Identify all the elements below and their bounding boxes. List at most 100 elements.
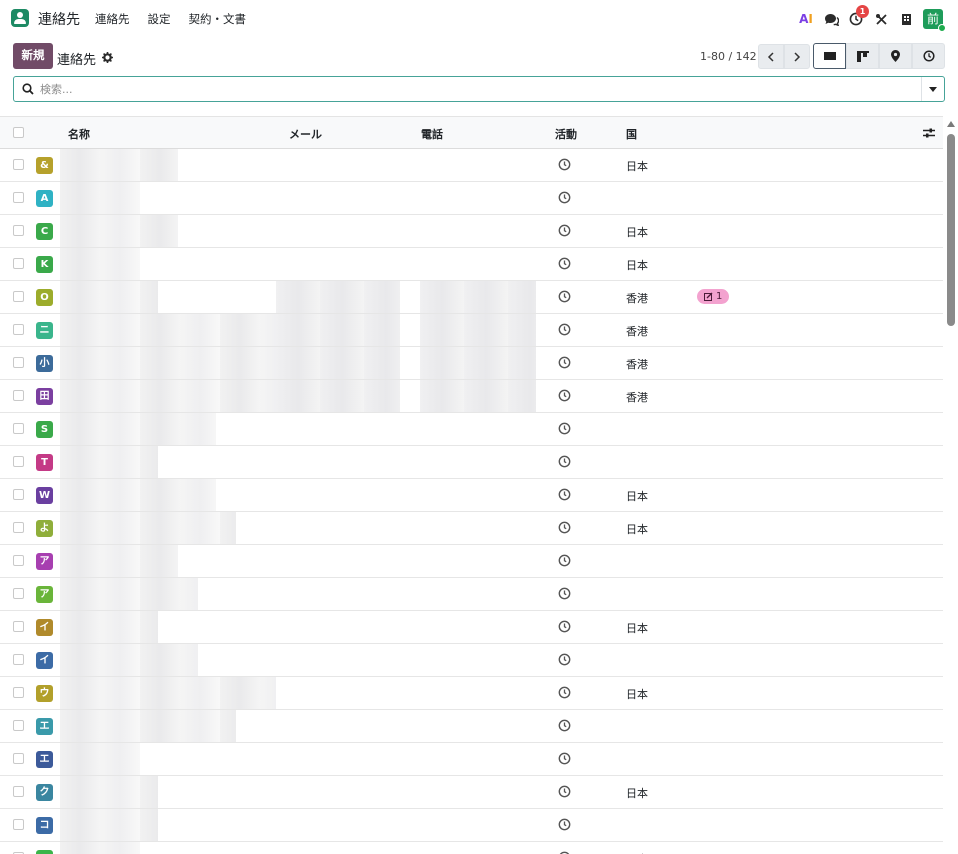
table-row[interactable]: エ	[0, 710, 943, 743]
view-map-button[interactable]	[879, 43, 912, 69]
table-row[interactable]: エ	[0, 743, 943, 776]
row-checkbox[interactable]	[13, 291, 24, 302]
table-row[interactable]: 小 香港	[0, 347, 943, 380]
menu-item-contacts[interactable]: 連絡先	[95, 11, 130, 27]
row-checkbox[interactable]	[13, 588, 24, 599]
menu-item-settings[interactable]: 設定	[148, 11, 171, 27]
row-checkbox[interactable]	[13, 456, 24, 467]
table-row[interactable]: ウ 日本	[0, 677, 943, 710]
row-checkbox[interactable]	[13, 687, 24, 698]
activity-clock-icon[interactable]	[558, 686, 571, 699]
activity-clock-icon[interactable]	[558, 587, 571, 600]
row-checkbox[interactable]	[13, 753, 24, 764]
table-row[interactable]: よ 日本	[0, 512, 943, 545]
activity-clock-icon[interactable]	[558, 719, 571, 732]
row-checkbox[interactable]	[13, 720, 24, 731]
app-name[interactable]: 連絡先	[38, 9, 80, 29]
row-checkbox[interactable]	[13, 390, 24, 401]
activity-clock-icon[interactable]	[558, 620, 571, 633]
row-checkbox[interactable]	[13, 522, 24, 533]
table-row[interactable]: ニ 香港	[0, 314, 943, 347]
header-name[interactable]: 名称	[68, 126, 90, 142]
row-checkbox[interactable]	[13, 225, 24, 236]
row-checkbox[interactable]	[13, 621, 24, 632]
table-row[interactable]: C 日本	[0, 215, 943, 248]
table-row[interactable]: 日本	[0, 842, 943, 854]
row-checkbox[interactable]	[13, 819, 24, 830]
pager-previous-button[interactable]	[758, 44, 784, 69]
activity-clock-icon[interactable]	[558, 158, 571, 171]
row-checkbox[interactable]	[13, 423, 24, 434]
row-checkbox[interactable]	[13, 357, 24, 368]
redacted-name	[60, 809, 158, 841]
note-count: 1	[716, 291, 723, 302]
activity-clock-icon[interactable]	[558, 785, 571, 798]
table-row[interactable]: コ	[0, 809, 943, 842]
activity-clock-icon[interactable]	[558, 554, 571, 567]
table-row[interactable]: イ 日本	[0, 611, 943, 644]
row-checkbox[interactable]	[13, 786, 24, 797]
chat-icon[interactable]	[823, 11, 839, 27]
activity-clock-icon[interactable]	[558, 422, 571, 435]
activity-clock-icon[interactable]	[558, 191, 571, 204]
view-list-button[interactable]	[813, 43, 846, 69]
table-row[interactable]: ア	[0, 545, 943, 578]
country-cell: 香港	[626, 292, 648, 305]
activity-clock-icon[interactable]	[558, 224, 571, 237]
gear-icon[interactable]	[102, 51, 114, 66]
table-row[interactable]: ア	[0, 578, 943, 611]
row-checkbox[interactable]	[13, 258, 24, 269]
view-activity-button[interactable]	[912, 43, 945, 69]
table-row[interactable]: ク 日本	[0, 776, 943, 809]
activity-clock-icon[interactable]	[558, 455, 571, 468]
row-checkbox[interactable]	[13, 555, 24, 566]
scroll-thumb[interactable]	[947, 134, 955, 326]
activity-clock-icon[interactable]	[558, 488, 571, 501]
header-phone[interactable]: 電話	[421, 126, 443, 142]
menu-item-contracts[interactable]: 契約・文書	[189, 11, 247, 27]
tools-icon[interactable]	[873, 11, 889, 27]
vertical-scrollbar[interactable]	[944, 116, 958, 854]
table-row[interactable]: T	[0, 446, 943, 479]
company-building-icon[interactable]	[898, 11, 914, 27]
select-all-checkbox[interactable]	[13, 127, 24, 138]
header-activity[interactable]: 活動	[555, 126, 577, 142]
table-row[interactable]: W 日本	[0, 479, 943, 512]
pager-next-button[interactable]	[784, 44, 810, 69]
activity-clock-icon[interactable]	[558, 323, 571, 336]
table-row[interactable]: A	[0, 182, 943, 215]
pager-value[interactable]: 1-80 / 142	[700, 50, 757, 63]
column-settings-icon[interactable]	[923, 127, 935, 139]
table-row[interactable]: O 香港 1	[0, 281, 943, 314]
header-email[interactable]: メール	[289, 126, 322, 142]
row-checkbox[interactable]	[13, 654, 24, 665]
row-checkbox[interactable]	[13, 159, 24, 170]
search-options-toggle[interactable]	[921, 77, 944, 101]
view-kanban-button[interactable]	[846, 43, 879, 69]
activity-clock-icon[interactable]	[558, 389, 571, 402]
header-country[interactable]: 国	[626, 126, 637, 142]
table-row[interactable]: イ	[0, 644, 943, 677]
table-row[interactable]: 田 香港	[0, 380, 943, 413]
activity-clock-icon[interactable]	[558, 521, 571, 534]
user-avatar[interactable]: 前	[923, 9, 946, 32]
search-input[interactable]	[40, 80, 920, 98]
row-checkbox[interactable]	[13, 192, 24, 203]
activity-clock-icon[interactable]: 1	[848, 5, 869, 27]
table-row[interactable]: & 日本	[0, 149, 943, 182]
activity-clock-icon[interactable]	[558, 356, 571, 369]
ai-icon[interactable]: AI	[798, 11, 814, 27]
activity-clock-icon[interactable]	[558, 290, 571, 303]
activity-clock-icon[interactable]	[558, 653, 571, 666]
activity-clock-icon[interactable]	[558, 257, 571, 270]
note-count-tag[interactable]: 1	[697, 289, 730, 304]
scroll-up-arrow[interactable]	[947, 121, 955, 127]
activity-clock-icon[interactable]	[558, 818, 571, 831]
contacts-app-icon[interactable]	[11, 9, 29, 27]
new-button[interactable]: 新規	[13, 43, 53, 69]
activity-clock-icon[interactable]	[558, 752, 571, 765]
row-checkbox[interactable]	[13, 489, 24, 500]
row-checkbox[interactable]	[13, 324, 24, 335]
table-row[interactable]: S	[0, 413, 943, 446]
table-row[interactable]: K 日本	[0, 248, 943, 281]
